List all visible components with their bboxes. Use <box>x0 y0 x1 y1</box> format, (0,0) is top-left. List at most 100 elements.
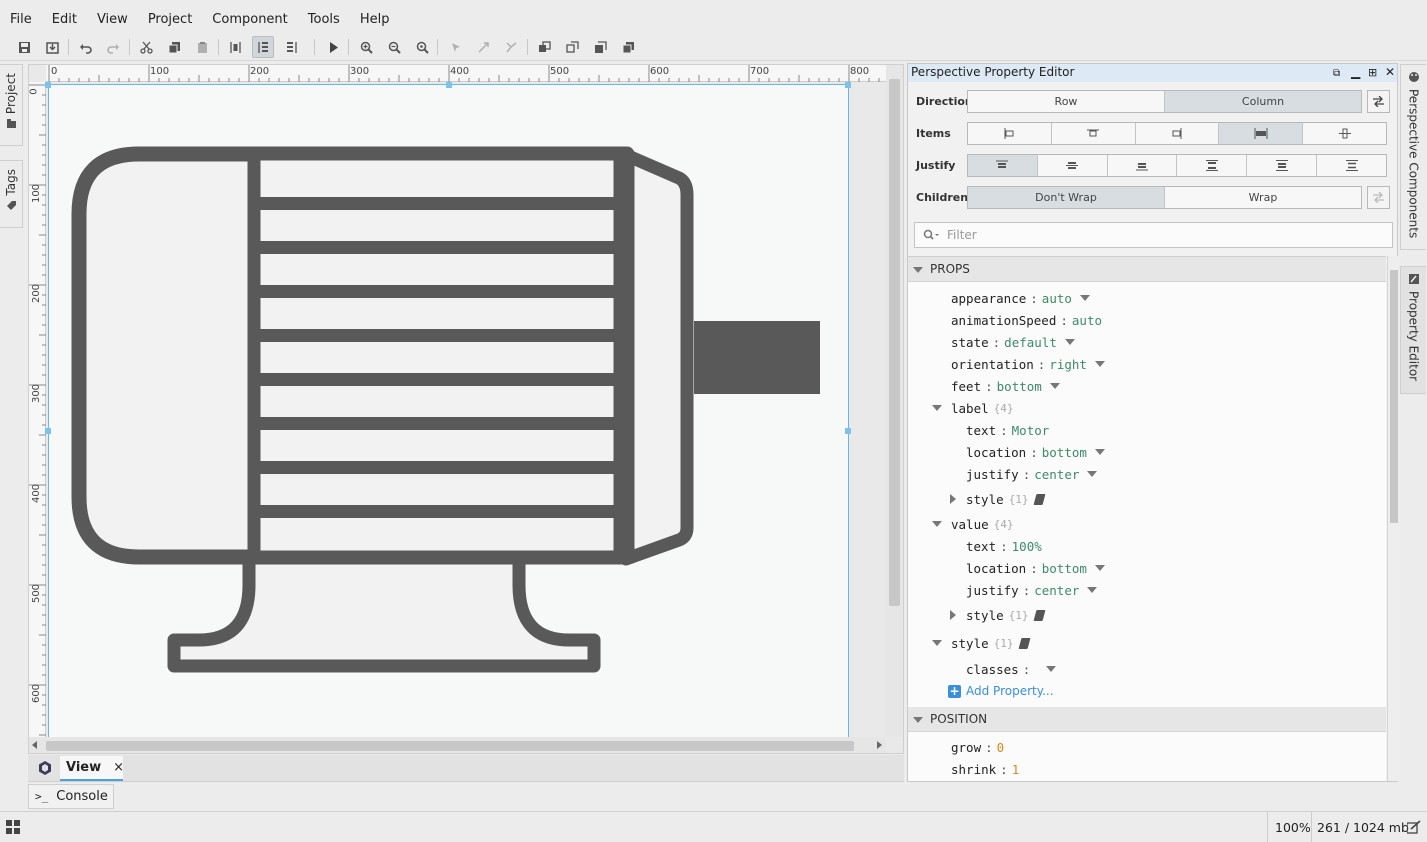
prop-feet[interactable]: feet: bottom <box>951 376 1060 396</box>
expand-toggle-icon[interactable] <box>950 494 956 504</box>
prop-shrink[interactable]: shrink:1 <box>951 759 1019 779</box>
prop-value[interactable]: Motor <box>1012 423 1050 438</box>
prop-label-location[interactable]: location: bottom <box>966 442 1105 462</box>
bring-front-icon[interactable] <box>589 36 611 58</box>
direction-row-option[interactable]: Row <box>968 91 1165 112</box>
reverse-wrap-icon[interactable] <box>1367 186 1390 209</box>
justify-space-between-icon[interactable] <box>1177 155 1248 176</box>
property-tree-scrollbar[interactable] <box>1387 256 1399 781</box>
distribute-horizontal-icon[interactable] <box>224 36 246 58</box>
reverse-direction-icon[interactable] <box>1367 90 1390 113</box>
scroll-thumb[interactable] <box>46 741 854 751</box>
align-start-icon[interactable] <box>968 123 1052 144</box>
align-stretch-icon[interactable] <box>1219 123 1304 144</box>
redo-icon[interactable] <box>102 36 124 58</box>
close-icon[interactable]: ✕ <box>1385 64 1395 81</box>
props-section-header[interactable]: PROPS <box>908 257 1386 282</box>
dropdown-icon[interactable] <box>1094 449 1105 455</box>
expand-toggle-icon[interactable] <box>932 405 942 411</box>
dropdown-icon[interactable] <box>1094 565 1105 571</box>
float-icon[interactable]: ⧉ <box>1333 65 1340 82</box>
prop-value-justify[interactable]: justify: center <box>966 580 1098 600</box>
prop-grow[interactable]: grow:0 <box>951 737 1004 757</box>
expand-toggle-icon[interactable] <box>950 610 956 620</box>
menu-edit[interactable]: Edit <box>42 12 87 27</box>
view-canvas[interactable] <box>45 82 851 745</box>
prop-value[interactable]: right <box>1049 357 1087 372</box>
prop-value[interactable]: bottom <box>997 379 1042 394</box>
grid-menu-icon[interactable] <box>6 820 20 834</box>
dropdown-icon[interactable] <box>1049 383 1060 389</box>
add-property-button[interactable]: + Add Property... <box>948 681 1054 701</box>
group-icon[interactable] <box>533 36 555 58</box>
scroll-thumb[interactable] <box>1390 270 1398 523</box>
expand-toggle-icon[interactable] <box>932 521 942 527</box>
prop-orientation[interactable]: orientation: right <box>951 354 1105 374</box>
zoom-out-icon[interactable] <box>383 36 405 58</box>
perspective-components-tab[interactable]: Perspective Components <box>1400 64 1426 250</box>
prop-label[interactable]: label {4} <box>951 398 1014 418</box>
filter-input[interactable]: Filter <box>914 222 1393 248</box>
prop-value-style[interactable]: style {1} <box>966 605 1045 625</box>
style-edit-icon[interactable] <box>1033 493 1045 505</box>
prop-value[interactable]: 100% <box>1012 539 1042 554</box>
align-center-icon[interactable] <box>1052 123 1136 144</box>
prop-value[interactable]: auto <box>1042 291 1072 306</box>
property-editor-tab[interactable]: Property Editor <box>1400 266 1426 394</box>
prop-value[interactable]: auto <box>1072 313 1102 328</box>
close-icon[interactable]: × <box>113 760 124 775</box>
cut-icon[interactable] <box>135 36 157 58</box>
justify-space-evenly-icon[interactable] <box>1317 155 1386 176</box>
menu-tools[interactable]: Tools <box>298 12 350 27</box>
justify-center-icon[interactable] <box>1038 155 1108 176</box>
prop-label-style[interactable]: style {1} <box>966 489 1045 509</box>
scroll-left-icon[interactable] <box>32 741 37 749</box>
undo-icon[interactable] <box>74 36 96 58</box>
menu-component[interactable]: Component <box>202 12 297 27</box>
wrap-option[interactable]: Wrap <box>1165 187 1361 208</box>
layout-row-icon[interactable] <box>280 36 302 58</box>
position-section-header[interactable]: POSITION <box>908 707 1386 732</box>
dropdown-icon[interactable] <box>1064 339 1075 345</box>
layout-column-icon[interactable] <box>252 36 274 58</box>
justify-space-around-icon[interactable] <box>1247 155 1318 176</box>
play-icon[interactable] <box>322 36 344 58</box>
motor-symbol[interactable] <box>49 85 850 745</box>
view-tab[interactable]: View × <box>60 756 124 781</box>
prop-state[interactable]: state: default <box>951 332 1075 352</box>
prop-appearance[interactable]: appearance: auto <box>951 288 1090 308</box>
prop-value[interactable]: default <box>1004 335 1057 350</box>
style-edit-icon[interactable] <box>1033 609 1045 621</box>
dropdown-icon[interactable] <box>1087 587 1098 593</box>
maximize-icon[interactable]: ⊞ <box>1368 64 1377 81</box>
paste-icon[interactable] <box>191 36 213 58</box>
save-all-icon[interactable] <box>41 36 63 58</box>
tags-tab[interactable]: Tags <box>0 160 23 228</box>
prop-value[interactable]: 0 <box>997 740 1005 755</box>
prop-value[interactable]: center <box>1034 467 1079 482</box>
menu-project[interactable]: Project <box>138 12 202 27</box>
prop-label-text[interactable]: text: Motor <box>966 420 1049 440</box>
dropdown-icon[interactable] <box>1046 666 1057 672</box>
align-end-icon[interactable] <box>1136 123 1220 144</box>
prop-value-location[interactable]: location: bottom <box>966 558 1105 578</box>
project-tab[interactable]: Project <box>0 64 23 146</box>
collapse-icon[interactable] <box>913 267 923 273</box>
direction-column-option[interactable]: Column <box>1165 91 1361 112</box>
dropdown-icon[interactable] <box>1079 295 1090 301</box>
pointer-icon[interactable] <box>444 36 466 58</box>
ungroup-icon[interactable] <box>561 36 583 58</box>
prop-value-text[interactable]: text:100% <box>966 536 1042 556</box>
send-back-icon[interactable] <box>617 36 639 58</box>
menu-view[interactable]: View <box>87 12 138 27</box>
prop-label-justify[interactable]: justify: center <box>966 464 1098 484</box>
vertical-scrollbar[interactable] <box>886 65 903 737</box>
minimize-icon[interactable]: ▁ <box>1351 64 1360 81</box>
horizontal-scrollbar[interactable] <box>29 737 886 753</box>
prop-value[interactable]: value {4} <box>951 514 1014 534</box>
justify-end-icon[interactable] <box>1108 155 1178 176</box>
zoom-in-icon[interactable] <box>355 36 377 58</box>
style-edit-icon[interactable] <box>1018 637 1030 649</box>
dont-wrap-option[interactable]: Don't Wrap <box>968 187 1165 208</box>
gc-icon[interactable] <box>1407 820 1421 834</box>
